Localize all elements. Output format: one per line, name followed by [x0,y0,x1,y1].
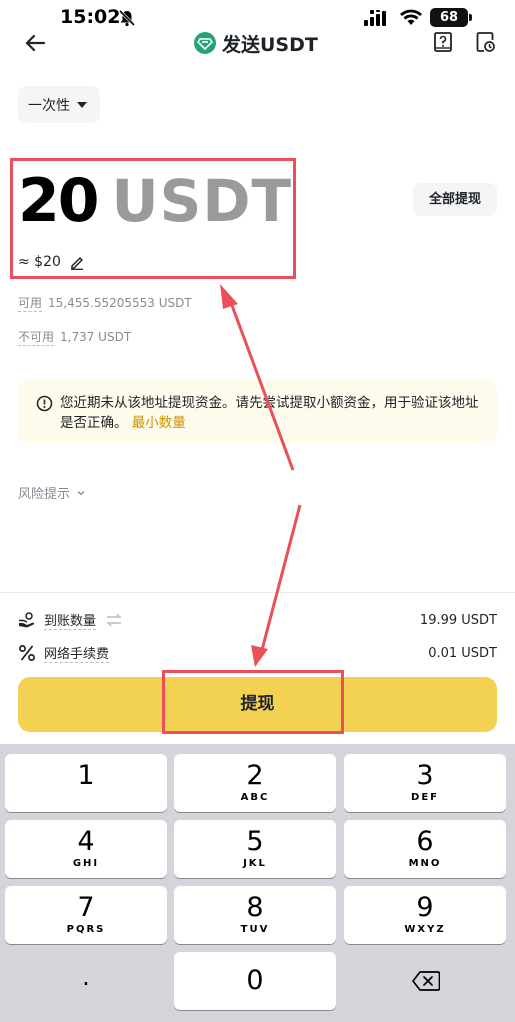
key-9[interactable]: 9 WXYZ [344,886,506,944]
key-2-digit: 2 [246,760,264,791]
warning-message: 您近期未从该地址提现资金。请先尝试提取小额资金，用于验证该地址是否正确。 [60,395,479,431]
key-4-letters: GHI [72,858,100,869]
caret-down-icon [77,101,87,108]
key-2-letters: ABC [240,792,270,803]
signal-icon [364,10,386,26]
status-time: 15:02 [60,6,121,28]
page-title: 发送USDT [222,33,318,56]
key-8[interactable]: 8 TUV [174,886,336,944]
risk-notice-label: 风险提示 [18,487,71,502]
section-divider [0,592,515,593]
key-4-digit: 4 [77,826,95,857]
withdraw-type-label: 一次性 [28,97,70,114]
bell-muted-icon [118,9,136,27]
key-2[interactable]: 2 ABC [174,754,336,812]
key-0[interactable]: 0 [174,952,336,1010]
amount-highlight-box [10,158,296,279]
key-decimal-symbol: . [82,963,90,991]
battery-cap [469,14,472,21]
percent-icon [19,645,35,661]
key-7-digit: 7 [77,892,95,923]
info-circle-icon [36,395,53,412]
unavailable-balance-row: 不可用 1,737 USDT [18,328,131,346]
key-8-digit: 8 [246,892,264,923]
receive-amount-label: 到账数量 [44,610,97,630]
key-7-letters: PQRS [66,924,106,935]
key-3-letters: DEF [411,792,439,803]
key-decimal[interactable]: . [5,952,167,1010]
arrowhead-up [220,284,238,309]
header: 发送USDT [0,26,515,60]
key-6[interactable]: 6 MNO [344,820,506,878]
key-5-letters: JKL [243,858,267,869]
hand-coin-icon [19,612,35,628]
receive-amount-row: 到账数量 19.99 USDT [18,609,497,631]
key-5[interactable]: 5 JKL [174,820,336,878]
key-6-digit: 6 [416,826,434,857]
chevron-down-icon [77,490,85,495]
swap-arrows-icon[interactable] [106,613,122,627]
key-1-digit: 1 [77,760,95,791]
title-group: 发送USDT [194,29,318,57]
wifi-icon [400,9,422,25]
unavailable-value: 1,737 USDT [60,330,132,344]
battery-indicator: 68 [430,8,468,27]
available-balance-row: 可用 15,455.55205553 USDT [18,294,192,312]
unavailable-label: 不可用 [18,330,55,346]
help-book-icon[interactable] [432,31,454,53]
key-1[interactable]: 1 [5,754,167,812]
risk-notice-toggle[interactable]: 风险提示 [18,483,86,502]
available-value: 15,455.55205553 USDT [48,296,192,310]
key-6-letters: MNO [408,858,442,869]
backspace-icon [412,971,440,991]
receive-amount-value: 19.99 USDT [419,612,497,628]
usdt-logo-icon [194,32,216,54]
key-3-digit: 3 [416,760,434,791]
key-4[interactable]: 4 GHI [5,820,167,878]
key-9-letters: WXYZ [404,924,446,935]
key-0-digit: 0 [246,965,264,996]
key-8-letters: TUV [240,924,270,935]
key-5-digit: 5 [246,826,264,857]
key-3[interactable]: 3 DEF [344,754,506,812]
key-7[interactable]: 7 PQRS [5,886,167,944]
withdraw-all-button[interactable]: 全部提现 [413,183,497,216]
back-arrow-icon[interactable] [24,32,46,54]
key-9-digit: 9 [416,892,434,923]
min-amount-link[interactable]: 最小数量 [132,415,186,431]
withdraw-highlight-box [162,670,344,734]
backspace-key[interactable] [344,952,506,1010]
history-icon[interactable] [474,31,496,53]
address-warning-banner: 您近期未从该地址提现资金。请先尝试提取小额资金，用于验证该地址是否正确。 最小数… [18,380,497,443]
network-fee-label: 网络手续费 [44,643,110,663]
numeric-keypad: 1 2 ABC 3 DEF 4 GHI 5 JKL 6 MNO 7 PQRS 8… [0,744,515,1022]
network-fee-row: 网络手续费 0.01 USDT [18,642,497,664]
available-label: 可用 [18,296,43,312]
withdraw-type-dropdown[interactable]: 一次性 [18,86,100,123]
warning-text: 您近期未从该地址提现资金。请先尝试提取小额资金，用于验证该地址是否正确。 最小数… [60,393,485,433]
network-fee-value: 0.01 USDT [428,645,497,661]
